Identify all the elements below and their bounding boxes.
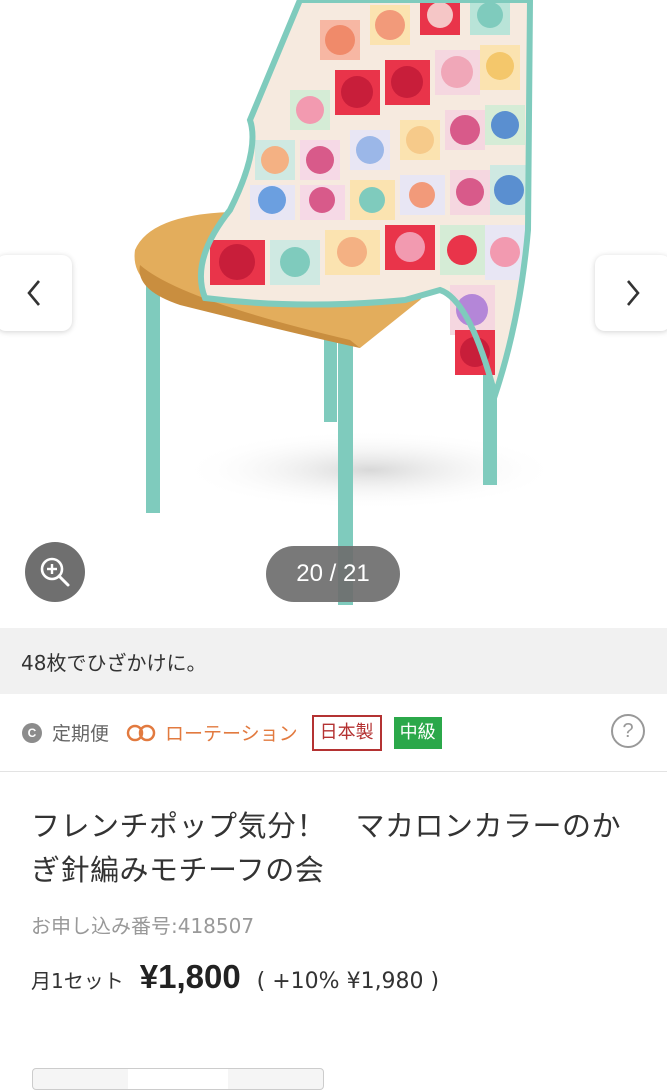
tags-row: C 定期便 ローテーション 日本製 中級 ? — [0, 694, 667, 772]
zoom-in-icon — [40, 557, 70, 587]
price-unit: 月1セット — [31, 969, 124, 993]
prev-image-button[interactable] — [0, 255, 72, 331]
image-caption-bar: 48枚でひざかけに。 — [0, 628, 667, 694]
subscription-icon: C — [22, 722, 42, 743]
level-badge: 中級 — [393, 716, 442, 749]
zoom-button[interactable] — [25, 542, 85, 602]
quantity-selector-segment[interactable] — [128, 1069, 228, 1089]
chevron-right-icon — [627, 280, 640, 306]
rotation-label: ローテーション — [165, 723, 298, 745]
rotation-icon — [126, 724, 156, 741]
made-in-japan-badge: 日本製 — [311, 714, 382, 751]
quantity-selector[interactable] — [32, 1068, 324, 1090]
price: ¥1,800 — [139, 958, 241, 995]
plan-tag: C 定期便 — [22, 719, 109, 746]
image-gallery[interactable]: 20 / 21 — [0, 0, 667, 628]
chevron-left-icon — [27, 280, 40, 306]
product-photo — [134, 0, 560, 605]
rotation-tag: ローテーション — [123, 719, 298, 746]
product-title: フレンチポップ気分！ マカロンカラーのかぎ針編みモチーフの会 — [31, 809, 622, 887]
order-number: お申し込み番号:418507 — [31, 914, 255, 938]
help-button[interactable]: ? — [611, 714, 645, 748]
plan-label: 定期便 — [52, 723, 110, 745]
next-image-button[interactable] — [595, 255, 667, 331]
price-row: 月1セット ¥1,800 ( +10% ¥1,980 ) — [31, 958, 439, 996]
image-counter: 20 / 21 — [266, 546, 400, 602]
help-icon: ? — [622, 719, 634, 742]
image-caption: 48枚でひざかけに。 — [21, 650, 207, 675]
price-with-tax: ( +10% ¥1,980 ) — [256, 969, 440, 994]
